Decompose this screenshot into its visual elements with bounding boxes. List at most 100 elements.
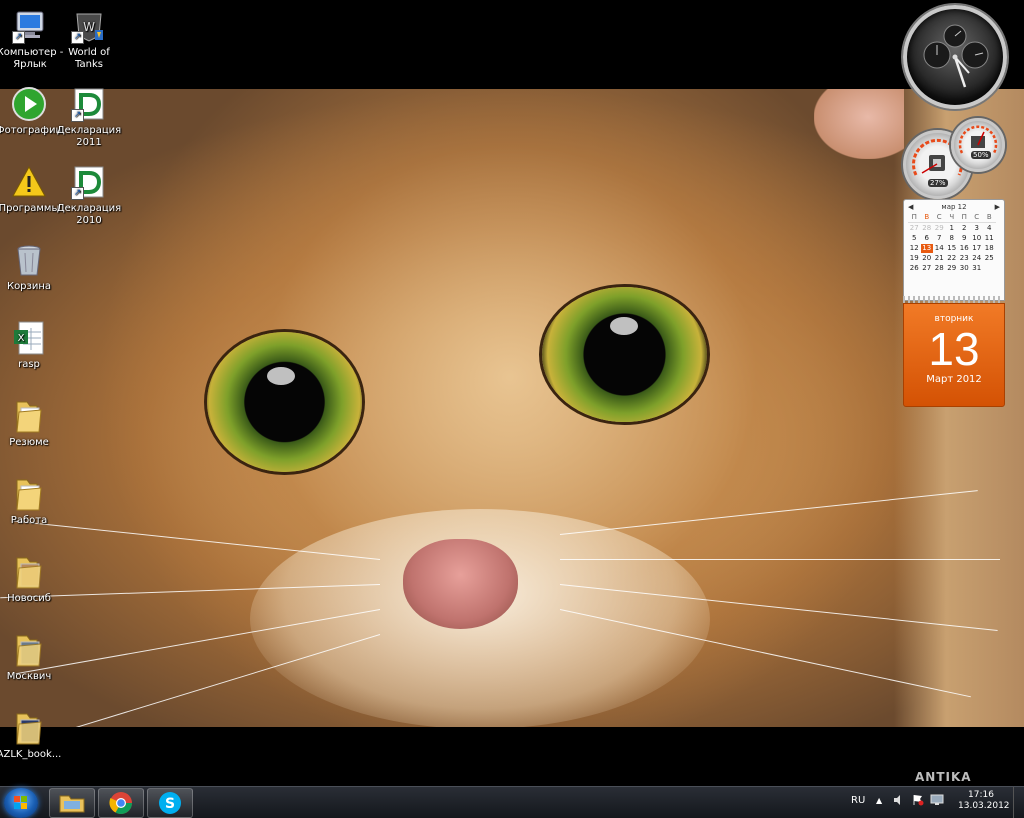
- declaration-icon: ↗: [71, 164, 107, 200]
- calendar-day-cell[interactable]: 27: [921, 264, 934, 273]
- calendar-weekday-header: П: [908, 213, 921, 223]
- declaration-icon: ↗: [71, 86, 107, 122]
- folder-icon: [11, 476, 47, 512]
- calendar-day-cell[interactable]: 9: [958, 234, 971, 243]
- calendar-day-cell[interactable]: 21: [933, 254, 946, 263]
- calendar-day-cell[interactable]: 22: [946, 254, 959, 263]
- desktop-icon-declaration-2011[interactable]: ↗ Декларация 2011: [54, 86, 124, 149]
- calendar-day-cell[interactable]: [983, 264, 996, 273]
- memory-percent: 50%: [971, 151, 991, 159]
- calendar-day-cell[interactable]: 25: [983, 254, 996, 263]
- start-button[interactable]: [4, 788, 38, 818]
- memory-meter-gadget[interactable]: 50%: [951, 118, 1005, 172]
- calendar-day-cell[interactable]: 12: [908, 244, 921, 253]
- desktop-icon-moskvich[interactable]: Москвич: [0, 632, 64, 683]
- calendar-weekday-header: В: [920, 213, 933, 223]
- desktop-icon-resume[interactable]: Резюме: [0, 398, 64, 449]
- calendar-day-cell[interactable]: 13: [920, 244, 933, 253]
- computer-icon: ↗: [12, 8, 48, 44]
- calendar-day-cell[interactable]: 28: [933, 264, 946, 273]
- taskbar-chrome-button[interactable]: [98, 788, 144, 818]
- show-hidden-icons-button[interactable]: ▲: [876, 796, 882, 805]
- calendar-day-cell[interactable]: 31: [971, 264, 984, 273]
- calendar-day-cell[interactable]: 17: [971, 244, 984, 253]
- desktop-icon-novosib[interactable]: Новосиб: [0, 554, 64, 605]
- calendar-day-cell[interactable]: 5: [908, 234, 921, 243]
- world-of-tanks-icon: W ↗: [71, 8, 107, 44]
- calendar-day-cell[interactable]: 27: [908, 224, 921, 233]
- taskbar-time: 17:16: [968, 790, 994, 800]
- taskbar-explorer-button[interactable]: [49, 788, 95, 818]
- desktop-icon-azlk-book[interactable]: AZLK_book...: [0, 710, 64, 761]
- network-icon[interactable]: [930, 794, 944, 809]
- calendar-day-cell[interactable]: 30: [958, 264, 971, 273]
- desktop-icon-work[interactable]: Работа: [0, 476, 64, 527]
- calendar-month-year: Март 2012: [926, 374, 982, 385]
- recycle-bin-icon: [11, 242, 47, 278]
- svg-text:X: X: [18, 333, 25, 344]
- next-month-button[interactable]: ▶: [995, 203, 1000, 211]
- explorer-icon: [59, 795, 85, 813]
- calendar-grid: П В С Ч П С В 27 28 29 1 2 3 4 5 6 7 8 9 10 11 12 13 14 15 16 17 18…: [904, 213, 1004, 273]
- calendar-day-cell[interactable]: 14: [933, 244, 946, 253]
- clock-gadget[interactable]: [903, 5, 1007, 109]
- calendar-day-cell[interactable]: 18: [983, 244, 996, 253]
- calendar-day-cell[interactable]: 26: [908, 264, 921, 273]
- desktop-icon-recycle-bin[interactable]: Корзина: [0, 242, 64, 293]
- excel-file-icon: X: [11, 320, 47, 356]
- taskbar-clock[interactable]: 17:16 13.03.2012: [958, 790, 1010, 812]
- calendar-weekday-header: В: [983, 213, 996, 223]
- calendar-weekday-header: Ч: [945, 213, 958, 223]
- calendar-day-cell[interactable]: 2: [958, 224, 971, 233]
- clock-face-icon: [923, 24, 989, 88]
- prev-month-button[interactable]: ◀: [908, 203, 913, 211]
- calendar-day-cell[interactable]: 16: [958, 244, 971, 253]
- calendar-day-cell[interactable]: 11: [983, 234, 996, 243]
- desktop-icon-world-of-tanks[interactable]: W ↗ World of Tanks: [54, 8, 124, 71]
- calendar-day-cell[interactable]: 4: [983, 224, 996, 233]
- calendar-day-cell[interactable]: 29: [933, 224, 946, 233]
- desktop-icon-declaration-2010[interactable]: ↗ Декларация 2010: [54, 164, 124, 227]
- taskbar-skype-button[interactable]: S: [147, 788, 193, 818]
- calendar-day-cell[interactable]: 15: [946, 244, 959, 253]
- taskbar-date: 13.03.2012: [958, 801, 1010, 811]
- kitten-nose: [403, 539, 518, 629]
- skype-icon: S: [159, 792, 181, 814]
- language-indicator[interactable]: RU: [851, 795, 865, 806]
- calendar-day-cell[interactable]: 8: [946, 234, 959, 243]
- calendar-weekday-header: С: [933, 213, 946, 223]
- folder-icon: [11, 632, 47, 668]
- calendar-gadget[interactable]: ◀ мар 12 ▶ П В С Ч П С В 27 28 29 1 2 3 4 5 6 7 8 9 10 11 12 1…: [903, 199, 1005, 407]
- calendar-day-cell[interactable]: 6: [921, 234, 934, 243]
- calendar-day-cell[interactable]: 1: [946, 224, 959, 233]
- desktop-icon-rasp[interactable]: X rasp: [0, 320, 64, 371]
- watermark: ANTIKA: [915, 770, 972, 784]
- calendar-day-cell[interactable]: 3: [971, 224, 984, 233]
- play-icon: [11, 86, 47, 122]
- chrome-icon: [109, 792, 132, 814]
- volume-icon[interactable]: [893, 794, 905, 809]
- calendar-day-cell[interactable]: 28: [921, 224, 934, 233]
- svg-text:S: S: [165, 796, 175, 812]
- wallpaper-kitten: [0, 89, 1024, 727]
- calendar-day-cell[interactable]: 10: [971, 234, 984, 243]
- folder-icon: [11, 710, 47, 746]
- taskbar: S RU ▲ 17:16 13.03.2012: [0, 786, 1024, 818]
- calendar-day-cell[interactable]: 29: [946, 264, 959, 273]
- calendar-day-cell[interactable]: 20: [921, 254, 934, 263]
- warning-icon: [11, 164, 47, 200]
- calendar-day-cell[interactable]: 7: [933, 234, 946, 243]
- svg-text:W: W: [83, 20, 95, 34]
- calendar-day-cell[interactable]: 19: [908, 254, 921, 263]
- action-center-flag-icon[interactable]: [912, 794, 924, 809]
- calendar-weekday-header: П: [958, 213, 971, 223]
- kitten-eye-left: [207, 332, 362, 472]
- calendar-day: 13: [928, 323, 980, 375]
- cpu-percent: 27%: [928, 179, 948, 187]
- kitten-eye-right: [542, 287, 707, 422]
- calendar-month-view: ◀ мар 12 ▶ П В С Ч П С В 27 28 29 1 2 3 4 5 6 7 8 9 10 11 12 1…: [903, 199, 1005, 301]
- windows-logo-icon: [14, 796, 27, 809]
- calendar-day-cell[interactable]: 24: [971, 254, 984, 263]
- calendar-day-cell[interactable]: 23: [958, 254, 971, 263]
- show-desktop-button[interactable]: [1013, 787, 1024, 818]
